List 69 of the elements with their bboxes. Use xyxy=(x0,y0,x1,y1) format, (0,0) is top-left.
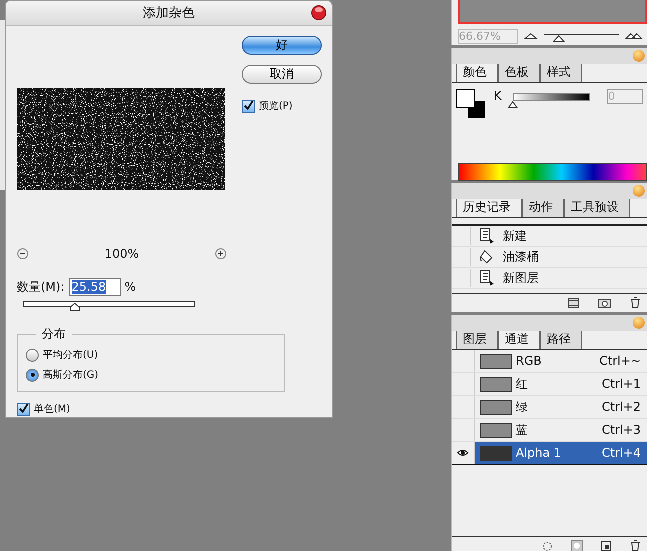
radio-button[interactable] xyxy=(26,368,39,382)
panel-tab[interactable]: 路径 xyxy=(540,329,582,349)
history-item[interactable]: 油漆桶 xyxy=(452,247,647,268)
panel-tab[interactable]: 动作 xyxy=(522,197,564,217)
zoom-level: 100% xyxy=(104,247,140,261)
channel-row[interactable]: 红 Ctrl+1 xyxy=(452,373,647,396)
history-item[interactable]: 新建 xyxy=(452,226,647,247)
slider-thumb[interactable] xyxy=(70,303,80,311)
channel-name: RGB xyxy=(516,354,543,368)
color-swatches[interactable] xyxy=(456,89,488,121)
channel-name: 红 xyxy=(516,376,529,392)
zoom-out-icon[interactable] xyxy=(524,32,538,40)
new-channel-icon[interactable] xyxy=(601,540,612,551)
checkbox[interactable] xyxy=(242,100,255,112)
radio-label: 高斯分布(G) xyxy=(43,368,99,382)
dialog-title: 添加杂色 xyxy=(143,5,195,22)
channel-thumbnail xyxy=(480,354,512,368)
shortcut-label: Ctrl+2 xyxy=(602,400,641,414)
group-title: 分布 xyxy=(41,326,67,343)
channel-thumbnail xyxy=(480,400,512,414)
visibility-toggle[interactable] xyxy=(452,442,475,464)
panel-tab[interactable]: 历史记录 xyxy=(456,197,522,217)
zoom-out-icon[interactable] xyxy=(17,248,29,260)
channel-row[interactable]: 绿 Ctrl+2 xyxy=(452,396,647,419)
channel-name: 绿 xyxy=(516,398,529,416)
channel-thumbnail xyxy=(480,422,512,438)
panel-tab[interactable]: 色板 xyxy=(498,62,540,82)
shortcut-label: Ctrl+1 xyxy=(602,377,641,391)
amount-slider[interactable] xyxy=(23,301,195,312)
history-item[interactable]: 新图层 xyxy=(452,268,647,289)
channel-name: Alpha 1 xyxy=(516,446,563,460)
checkbox-label: 单色(M) xyxy=(34,402,70,416)
panel-tab[interactable]: 图层 xyxy=(456,329,498,349)
slider-thumb[interactable] xyxy=(553,34,565,42)
channel-row[interactable]: Alpha 1 Ctrl+4 xyxy=(452,442,647,465)
panel-tab[interactable]: 工具预设 xyxy=(564,197,630,217)
shortcut-label: Ctrl+3 xyxy=(602,423,641,437)
panel-tab[interactable]: 颜色 xyxy=(456,62,498,82)
slider-thumb[interactable] xyxy=(508,101,518,108)
mask-icon[interactable] xyxy=(571,540,583,551)
channel-row[interactable]: RGB Ctrl+~ xyxy=(452,350,647,373)
panel-tab[interactable]: 通道 xyxy=(498,329,540,349)
dialog-button[interactable]: 好 xyxy=(242,36,322,55)
channel-name: 蓝 xyxy=(516,422,529,438)
zoom-slider[interactable] xyxy=(544,32,619,42)
zoom-in-icon[interactable] xyxy=(215,248,227,260)
close-icon[interactable] xyxy=(311,5,327,21)
channel-thumbnail xyxy=(480,446,512,460)
zoom-in-icon[interactable] xyxy=(625,32,643,40)
panel-tab[interactable]: 样式 xyxy=(540,62,582,82)
channel-label: K xyxy=(494,89,502,103)
dotted-circle-icon[interactable] xyxy=(542,540,553,551)
shortcut-label: Ctrl+4 xyxy=(602,446,641,460)
checkbox-label: 预览(P) xyxy=(259,100,293,113)
trash-icon[interactable] xyxy=(630,540,641,551)
amount-label: 数量(M): xyxy=(17,278,65,296)
unit-label: % xyxy=(124,280,136,294)
checkbox[interactable] xyxy=(17,402,30,416)
paint-bucket-icon xyxy=(479,249,495,265)
eye-icon xyxy=(457,449,469,457)
shortcut-label: Ctrl+~ xyxy=(600,354,641,368)
color-spectrum[interactable] xyxy=(458,163,647,181)
amount-field[interactable]: 25.58 xyxy=(68,278,121,296)
trash-icon[interactable] xyxy=(630,297,641,309)
camera-icon[interactable] xyxy=(598,298,612,308)
radio-label: 平均分布(U) xyxy=(43,349,98,362)
dialog-button[interactable]: 取消 xyxy=(242,65,322,84)
channel-thumbnail xyxy=(480,376,512,392)
radio-button[interactable] xyxy=(26,348,39,362)
